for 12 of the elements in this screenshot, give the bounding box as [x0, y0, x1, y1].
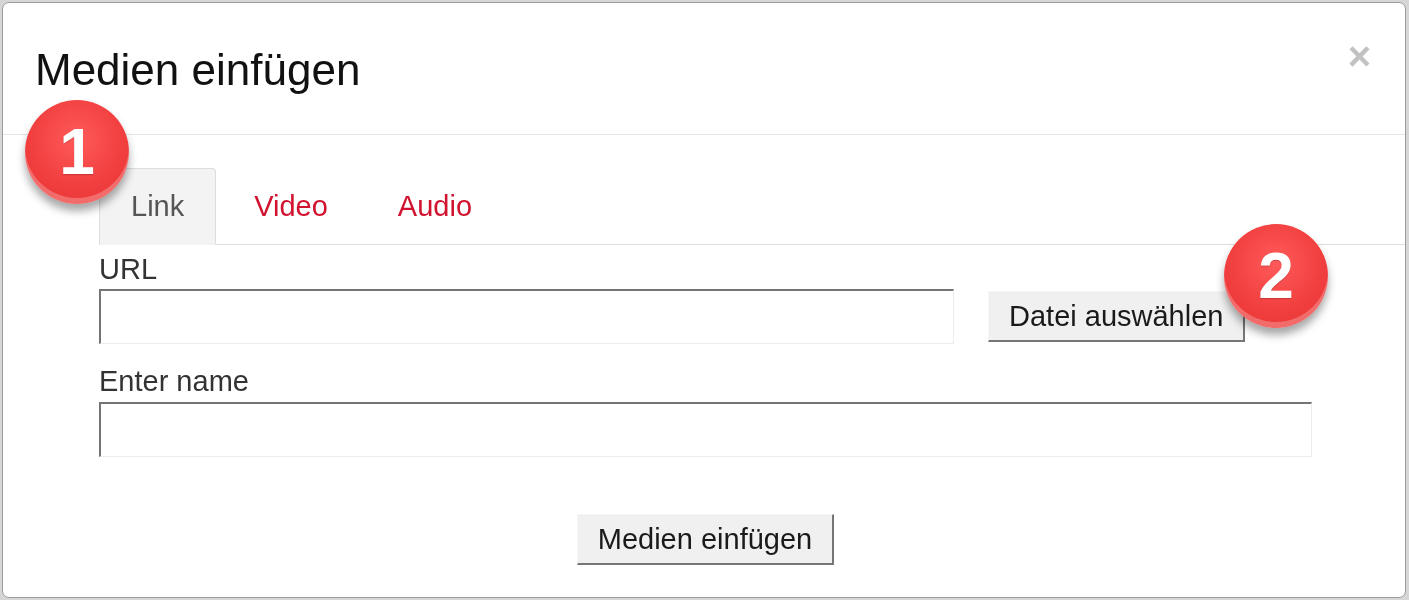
- choose-file-button[interactable]: Datei auswählen: [988, 291, 1246, 342]
- field-label: URL: [99, 253, 157, 286]
- tab[interactable]: Link: [99, 168, 217, 245]
- callout-badge: 2: [1224, 224, 1328, 328]
- tab[interactable]: Video: [222, 168, 360, 245]
- insert-media-button[interactable]: Medien einfügen: [576, 514, 835, 565]
- url-field[interactable]: [99, 289, 954, 344]
- callout-badge: 1: [25, 100, 129, 204]
- field-label: Enter name: [99, 365, 249, 398]
- dialog-title: Medien einfügen: [35, 45, 361, 95]
- name-field[interactable]: [99, 402, 1312, 457]
- tab[interactable]: Audio: [365, 168, 505, 245]
